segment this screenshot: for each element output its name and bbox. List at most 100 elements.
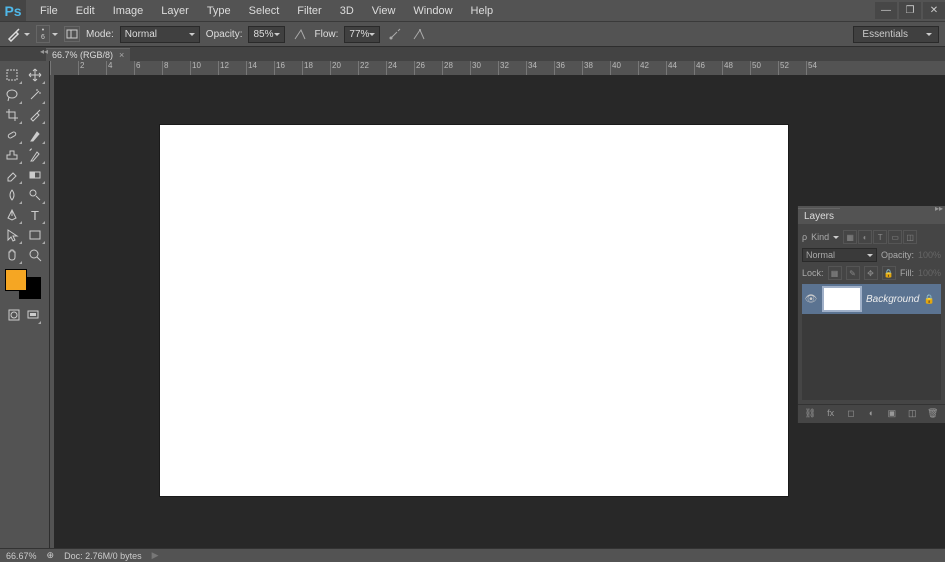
- tool-preset-picker[interactable]: [6, 26, 30, 42]
- layer-lock-icon[interactable]: 🔒: [924, 294, 935, 305]
- document-canvas[interactable]: [160, 125, 788, 496]
- workspace-switcher[interactable]: Essentials: [853, 26, 939, 43]
- maximize-button[interactable]: ❐: [899, 2, 921, 19]
- delete-layer-button[interactable]: 🗑: [927, 408, 939, 420]
- marquee-icon: [5, 68, 19, 82]
- document-tab-bar: 66.7% (RGB/8) ×: [0, 47, 945, 61]
- clone-stamp-tool[interactable]: [0, 145, 23, 165]
- airbrush-button[interactable]: [386, 25, 404, 43]
- healing-brush-tool[interactable]: [0, 125, 23, 145]
- horizontal-ruler[interactable]: 2468101214161820222426283032343638404244…: [50, 61, 945, 75]
- pressure-size-icon: [412, 27, 426, 41]
- marquee-tool[interactable]: [0, 65, 23, 85]
- status-bar: 66.67% ⊕ Doc: 2.76M/0 bytes ▶: [0, 548, 945, 562]
- move-icon: [28, 68, 42, 82]
- lock-transparency-icon[interactable]: ▦: [828, 266, 842, 280]
- foreground-color-swatch[interactable]: [5, 269, 27, 291]
- filter-adjustment-icon[interactable]: ◐: [858, 230, 872, 244]
- blend-mode-select[interactable]: Normal: [120, 26, 200, 43]
- move-tool[interactable]: [23, 65, 46, 85]
- layer-opacity-value[interactable]: 100%: [918, 250, 941, 260]
- layer-thumbnail[interactable]: [822, 286, 862, 312]
- lock-label: Lock:: [802, 268, 824, 278]
- type-icon: T: [28, 208, 42, 222]
- menu-image[interactable]: Image: [105, 3, 152, 19]
- pressure-icon: [293, 27, 307, 41]
- menu-edit[interactable]: Edit: [68, 3, 103, 19]
- filter-pixel-icon[interactable]: ▦: [843, 230, 857, 244]
- toggle-brush-panel-button[interactable]: [64, 26, 80, 42]
- layer-name[interactable]: Background: [866, 294, 919, 305]
- filter-shape-icon[interactable]: ▭: [888, 230, 902, 244]
- chevron-down-icon: [52, 33, 58, 36]
- zoom-tool[interactable]: [23, 245, 46, 265]
- gradient-tool[interactable]: [23, 165, 46, 185]
- menu-filter[interactable]: Filter: [289, 3, 329, 19]
- filter-smart-icon[interactable]: ◫: [903, 230, 917, 244]
- status-flyout-icon[interactable]: ▶: [152, 550, 159, 561]
- flow-input[interactable]: 77%: [344, 26, 380, 43]
- collapse-dock-icon[interactable]: ▸▸: [935, 204, 943, 213]
- tablet-pressure-size-button[interactable]: [410, 25, 428, 43]
- close-button[interactable]: ✕: [923, 2, 945, 19]
- pen-tool[interactable]: [0, 205, 23, 225]
- eyedropper-tool[interactable]: [23, 105, 46, 125]
- tablet-pressure-opacity-button[interactable]: [291, 25, 309, 43]
- minimize-button[interactable]: —: [875, 2, 897, 19]
- menu-window[interactable]: Window: [405, 3, 460, 19]
- brush-tool[interactable]: [23, 125, 46, 145]
- flow-label: Flow:: [315, 29, 339, 40]
- document-tab[interactable]: 66.7% (RGB/8) ×: [46, 48, 130, 61]
- magic-wand-tool[interactable]: [23, 85, 46, 105]
- brush-picker[interactable]: •6: [36, 25, 58, 43]
- pen-icon: [5, 208, 19, 222]
- lasso-icon: [5, 88, 19, 102]
- close-tab-button[interactable]: ×: [119, 50, 124, 60]
- lock-all-icon[interactable]: 🔒: [882, 266, 896, 280]
- brush-icon: [28, 128, 42, 142]
- menu-type[interactable]: Type: [199, 3, 239, 19]
- zoom-level[interactable]: 66.67%: [6, 551, 37, 561]
- hand-icon: [5, 248, 19, 262]
- wand-icon: [28, 88, 42, 102]
- hand-tool[interactable]: [0, 245, 23, 265]
- menu-3d[interactable]: 3D: [332, 3, 362, 19]
- group-button[interactable]: ▣: [886, 408, 898, 420]
- menu-layer[interactable]: Layer: [153, 3, 197, 19]
- screen-mode-button[interactable]: [24, 305, 42, 325]
- lasso-tool[interactable]: [0, 85, 23, 105]
- fill-value[interactable]: 100%: [918, 268, 941, 278]
- dodge-tool[interactable]: [23, 185, 46, 205]
- menu-select[interactable]: Select: [241, 3, 288, 19]
- link-layers-button[interactable]: ⛓: [804, 408, 816, 420]
- crop-icon: [5, 108, 19, 122]
- lock-position-icon[interactable]: ✥: [864, 266, 878, 280]
- menu-file[interactable]: File: [32, 3, 66, 19]
- opacity-input[interactable]: 85%: [248, 26, 284, 43]
- eraser-tool[interactable]: [0, 165, 23, 185]
- layer-style-button[interactable]: fx: [825, 408, 837, 420]
- layer-row[interactable]: 👁 Background 🔒: [802, 284, 941, 314]
- new-layer-button[interactable]: ◫: [906, 408, 918, 420]
- shape-tool[interactable]: [23, 225, 46, 245]
- status-info-icon[interactable]: ⊕: [47, 550, 55, 561]
- layers-panel-tab[interactable]: Layers: [798, 208, 840, 224]
- layer-mask-button[interactable]: ◻: [845, 408, 857, 420]
- layer-blend-mode-select[interactable]: Normal: [802, 248, 877, 262]
- history-brush-tool[interactable]: [23, 145, 46, 165]
- lock-pixels-icon[interactable]: ✎: [846, 266, 860, 280]
- doc-info[interactable]: Doc: 2.76M/0 bytes: [64, 551, 142, 561]
- quick-mask-button[interactable]: [5, 305, 23, 325]
- rectangle-icon: [28, 228, 42, 242]
- filter-type-icon[interactable]: T: [873, 230, 887, 244]
- collapse-toolbar-icon[interactable]: ◂◂: [40, 47, 48, 56]
- crop-tool[interactable]: [0, 105, 23, 125]
- menu-view[interactable]: View: [364, 3, 404, 19]
- type-tool[interactable]: T: [23, 205, 46, 225]
- blur-tool[interactable]: [0, 185, 23, 205]
- layer-visibility-toggle[interactable]: 👁: [804, 294, 818, 305]
- menu-help[interactable]: Help: [463, 3, 502, 19]
- path-selection-tool[interactable]: [0, 225, 23, 245]
- chevron-down-icon: [926, 33, 932, 36]
- adjustment-layer-button[interactable]: ◐: [865, 408, 877, 420]
